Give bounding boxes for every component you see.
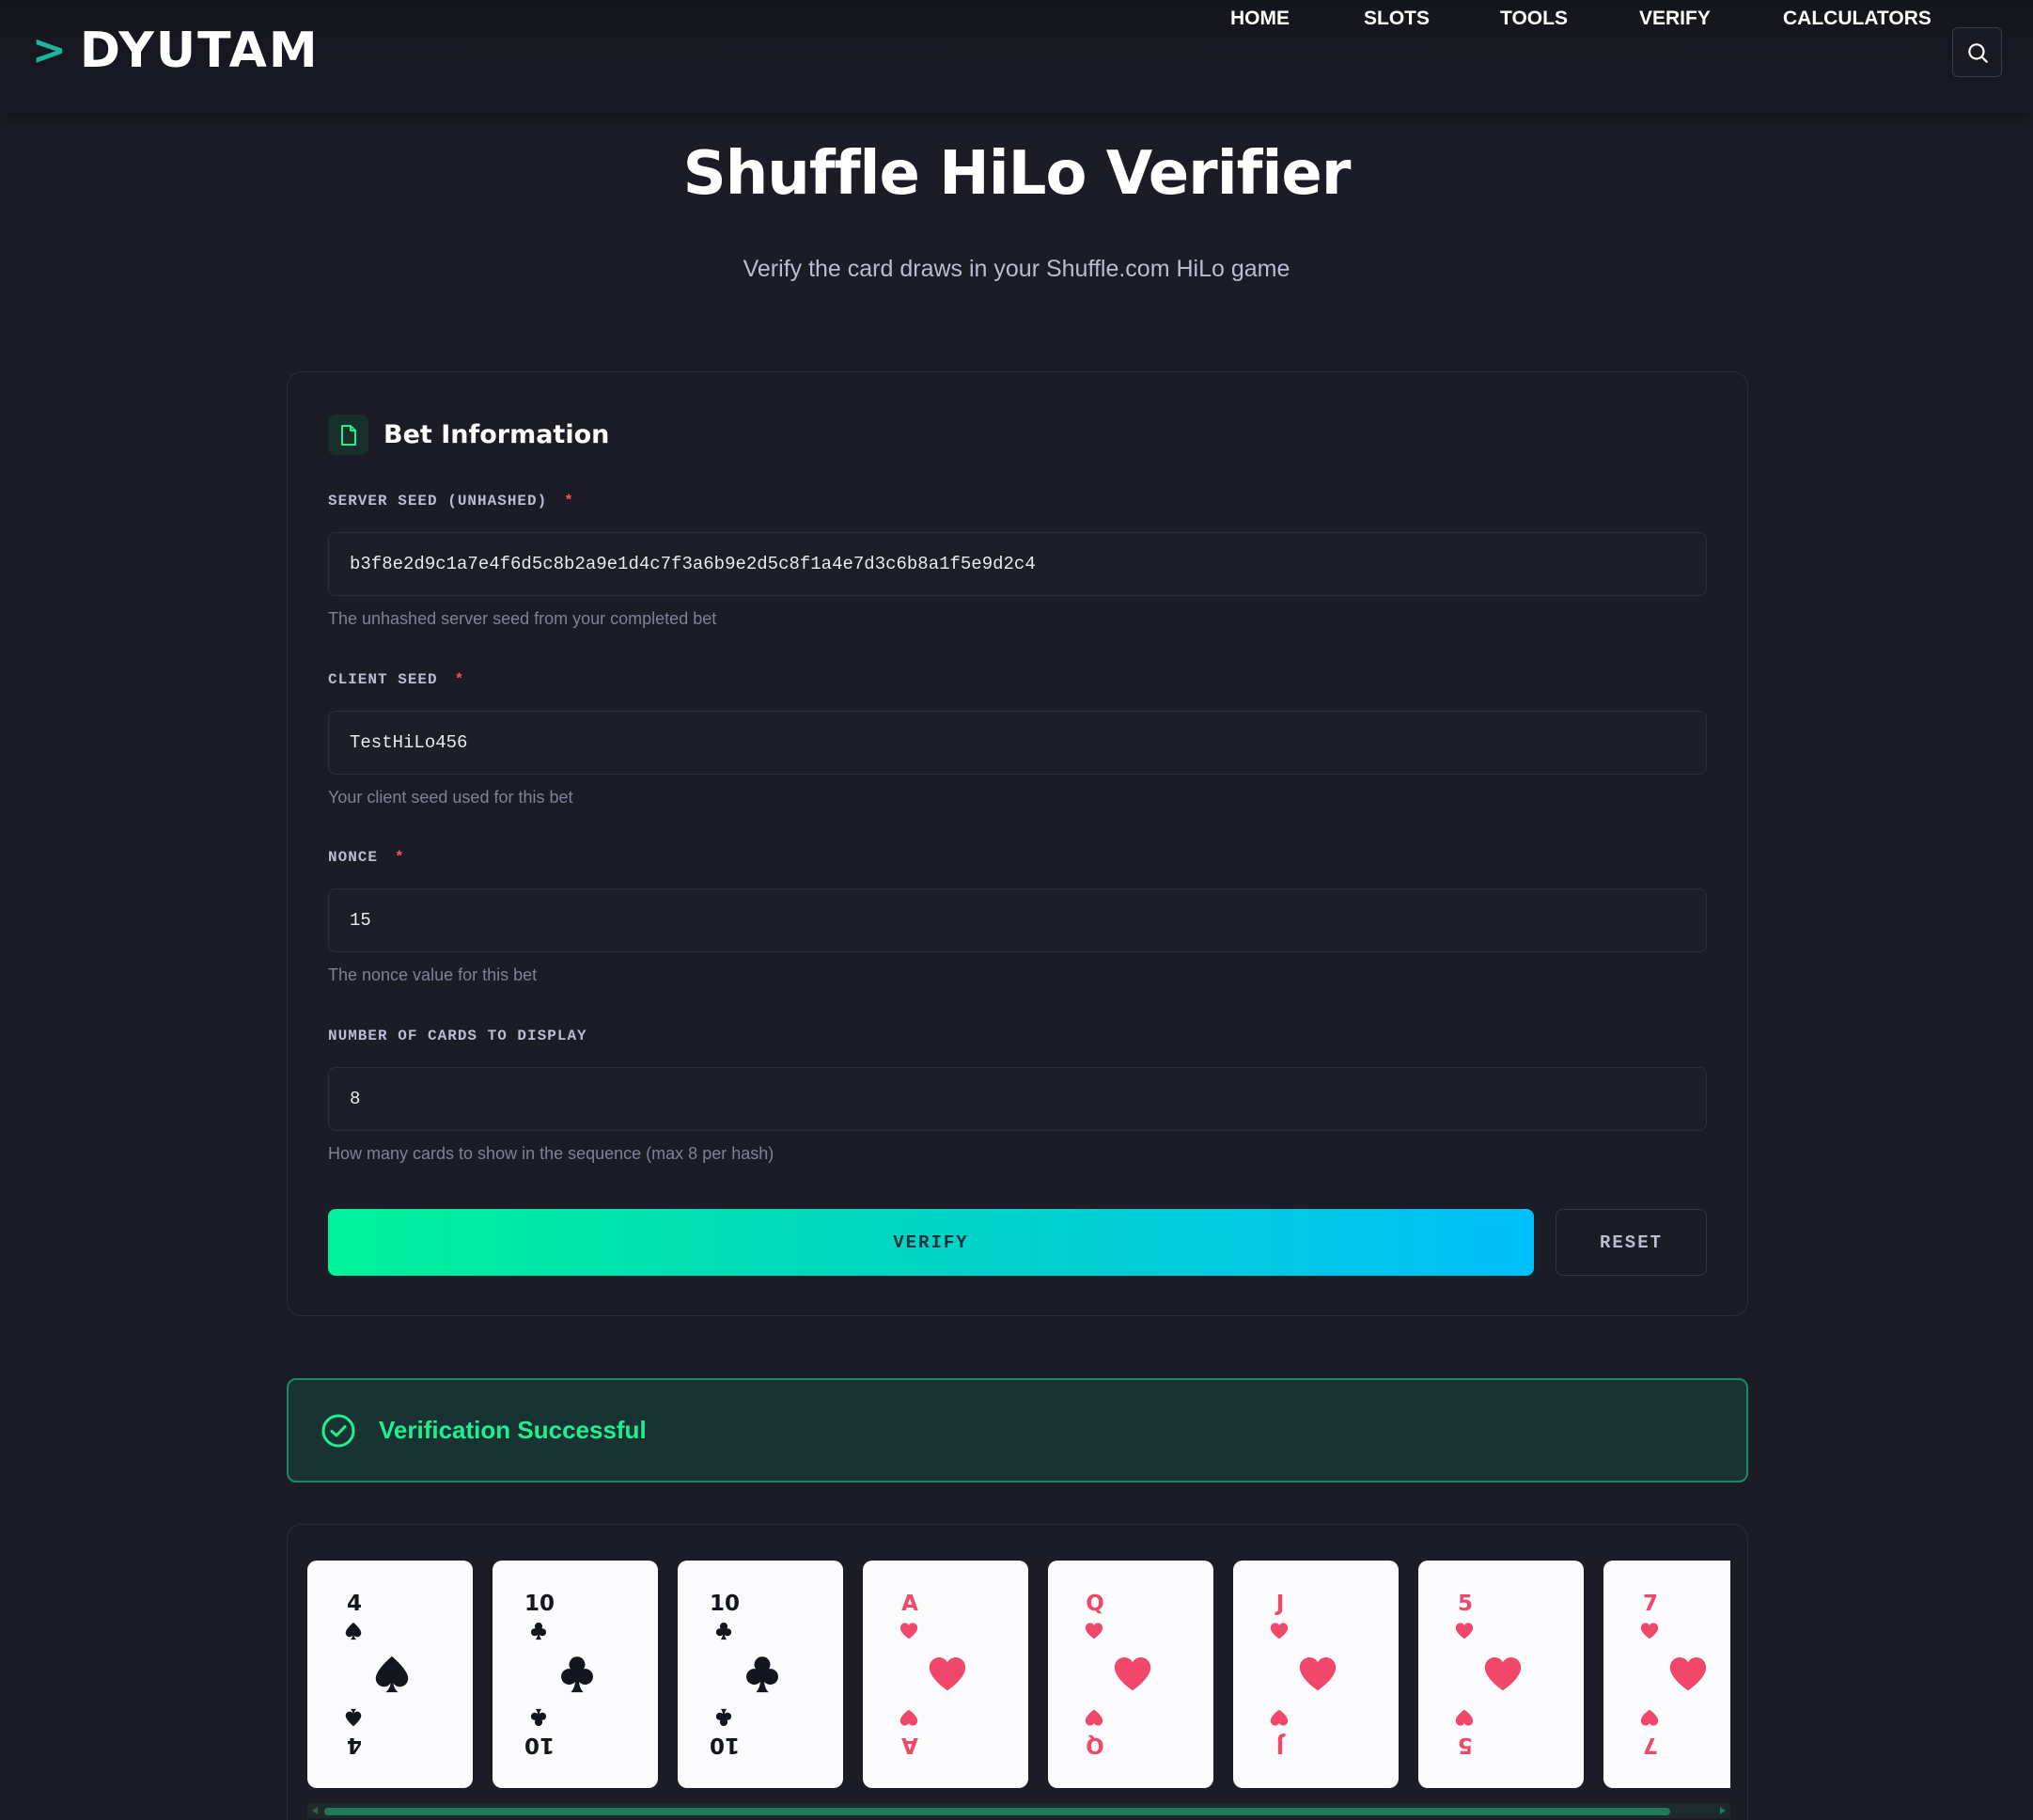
card-rank: 7 [1642,1592,1658,1616]
hearts-icon [1085,1623,1103,1640]
hearts-icon [1270,1709,1289,1726]
spades-icon [345,1708,362,1727]
clubs-icon [561,1656,593,1693]
playing-card: JJ [1233,1561,1399,1788]
spades-icon [345,1622,362,1640]
client-seed-input[interactable]: TestHiLo456 [328,711,1707,775]
hearts-icon [1640,1709,1659,1726]
card-rank: Q [1086,1592,1104,1616]
logo-chevron-icon: > [32,26,67,74]
client-seed-help: Your client seed used for this bet [328,788,573,807]
card-sequence-scrollbar[interactable] [307,1803,1730,1818]
nav-verify[interactable]: VERIFY [1639,0,1711,38]
card-rank: J [1275,1592,1285,1616]
clubs-icon [530,1623,547,1640]
verification-status-text: Verification Successful [379,1416,647,1444]
hearts-icon [929,1656,966,1691]
card-rank: 10 [524,1733,555,1757]
nav-tools[interactable]: TOOLS [1500,0,1568,38]
page-subtitle: Verify the card draws in your Shuffle.co… [743,256,1290,282]
server-seed-label: SERVER SEED (UNHASHED) * [328,493,574,510]
scroll-right-icon[interactable] [1717,1805,1728,1816]
card-rank: J [1275,1733,1285,1757]
card-rank: A [901,1592,918,1616]
num-cards-label: NUMBER OF CARDS TO DISPLAY [328,1028,587,1044]
playing-card: 55 [1418,1561,1584,1788]
card-sequence-panel: 4 4 10 10 10 10 A A Q Q J J 5 5 7 7 [287,1524,1748,1820]
hearts-icon [1455,1709,1474,1726]
panel-title: Bet Information [383,420,610,449]
scrollbar-thumb[interactable] [324,1808,1670,1815]
hearts-icon [1484,1656,1522,1691]
nonce-label: NONCE * [328,849,405,866]
panel-header: Bet Information [328,415,609,455]
card-rank: 10 [709,1592,740,1616]
hearts-icon [1270,1623,1289,1640]
reset-button[interactable]: RESET [1556,1209,1707,1276]
num-cards-help: How many cards to show in the sequence (… [328,1144,774,1163]
hearts-icon [1455,1623,1474,1640]
scroll-left-icon[interactable] [309,1805,321,1816]
client-seed-label: CLIENT SEED * [328,671,465,688]
clubs-icon [746,1656,778,1693]
search-button[interactable] [1952,27,2002,77]
playing-card: 10 10 [678,1561,843,1788]
verification-status-banner: Verification Successful [287,1378,1748,1483]
playing-card: 10 10 [493,1561,658,1788]
card-rank: A [901,1733,918,1757]
logo-text: DYUTAM [79,23,320,79]
hearts-icon [1114,1656,1151,1691]
card-rank: Q [1086,1733,1104,1757]
card-rank: 7 [1643,1733,1659,1757]
page-title: Shuffle HiLo Verifier [682,139,1352,209]
required-marker: * [564,493,574,510]
num-cards-input[interactable]: 8 [328,1067,1707,1131]
playing-card: QQ [1048,1561,1213,1788]
clubs-icon [530,1708,547,1726]
clubs-icon [715,1623,732,1640]
spades-icon [375,1655,409,1693]
card-sequence[interactable]: 4 4 10 10 10 10 A A Q Q J J 5 5 7 7 [307,1561,1730,1791]
site-logo[interactable]: > DYUTAM [32,23,320,79]
card-rank: 5 [1458,1733,1474,1757]
nonce-help: The nonce value for this bet [328,965,538,984]
card-rank: 4 [346,1592,362,1616]
card-rank: 4 [347,1733,363,1757]
hearts-icon [1085,1709,1103,1726]
verify-button[interactable]: VERIFY [328,1209,1534,1276]
server-seed-help: The unhashed server seed from your compl… [328,609,717,628]
card-rank: 10 [710,1733,741,1757]
required-marker: * [454,671,465,688]
playing-card: 44 [307,1561,473,1788]
required-marker: * [395,849,405,866]
hearts-icon [899,1623,918,1640]
nav-slots[interactable]: SLOTS [1364,0,1430,38]
document-icon [328,415,368,455]
hearts-icon [1669,1656,1707,1691]
card-rank: 5 [1457,1592,1473,1616]
playing-card: AA [863,1561,1028,1788]
nonce-input[interactable]: 15 [328,888,1707,952]
server-seed-input[interactable]: b3f8e2d9c1a7e4f6d5c8b2a9e1d4c7f3a6b9e2d5… [328,532,1707,596]
clubs-icon [715,1708,732,1726]
nav-home[interactable]: HOME [1230,0,1290,38]
hearts-icon [1640,1623,1659,1640]
top-navigation-bar: > DYUTAM HOME SLOTS TOOLS VERIFY CALCULA… [0,0,2033,113]
search-icon [1967,42,1988,63]
bet-information-panel: Bet Information SERVER SEED (UNHASHED) * … [287,371,1748,1316]
nav-calculators[interactable]: CALCULATORS [1783,0,1931,38]
hearts-icon [899,1709,918,1726]
playing-card: 77 [1603,1561,1730,1788]
card-rank: 10 [524,1592,555,1616]
hearts-icon [1299,1656,1337,1691]
check-circle-icon [321,1414,355,1447]
